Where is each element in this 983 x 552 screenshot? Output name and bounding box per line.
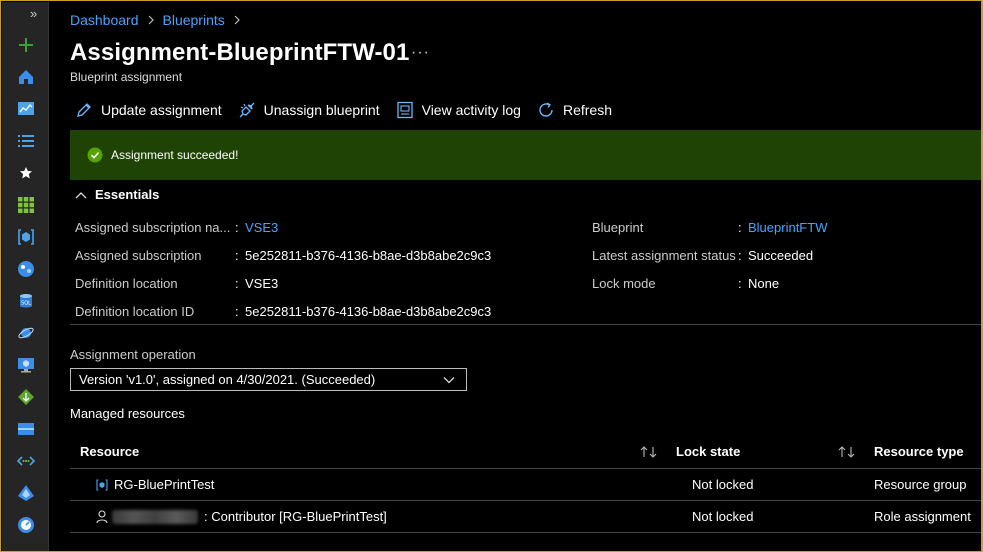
definition-location-id-value: 5e252811-b376-4136-b8ae-d3b8abe2c9c3 — [245, 304, 492, 319]
unassign-blueprint-label: Unassign blueprint — [263, 102, 380, 118]
update-assignment-button[interactable]: Update assignment — [75, 101, 222, 119]
check-circle-icon — [87, 147, 103, 163]
app-services-icon[interactable] — [17, 260, 35, 278]
essentials-label: Assigned subscription na... — [75, 220, 231, 235]
page-title: Assignment-BlueprintFTW-01 — [70, 39, 410, 66]
success-banner: Assignment succeeded! — [70, 130, 981, 180]
chevron-right-icon — [234, 15, 240, 25]
favorites-star-icon[interactable] — [17, 164, 35, 182]
view-activity-log-button[interactable]: View activity log — [396, 101, 521, 119]
assigned-subscription-value: 5e252811-b376-4136-b8ae-d3b8abe2c9c3 — [245, 248, 492, 263]
chevron-up-icon — [75, 191, 87, 198]
all-services-icon[interactable] — [17, 132, 35, 150]
expand-menu-button[interactable]: » — [30, 6, 37, 21]
resource-name-link[interactable]: : Contributor [RG-BluePrintTest] — [204, 509, 387, 524]
sort-icon[interactable] — [838, 445, 856, 459]
column-header-resource-type[interactable]: Resource type — [874, 435, 964, 468]
breadcrumb-dashboard-link[interactable]: Dashboard — [70, 12, 139, 28]
azure-ad-icon[interactable] — [17, 484, 35, 502]
assigned-subscription-name-link[interactable]: VSE3 — [245, 220, 278, 235]
essentials-label: Definition location ID — [75, 304, 195, 319]
essentials-label: Latest assignment status — [592, 248, 736, 263]
main-content: Dashboard Blueprints Assignment-Blueprin… — [51, 2, 981, 551]
cosmos-db-icon[interactable] — [17, 324, 35, 342]
table-header: Resource Lock state Resource type — [70, 435, 981, 469]
user-icon — [96, 509, 108, 523]
sql-databases-icon[interactable]: SQL — [17, 292, 35, 310]
svg-text:SQL: SQL — [21, 301, 31, 307]
resource-type-cell: Resource group — [874, 477, 967, 492]
resource-cell: : Contributor [RG-BluePrintTest] — [96, 501, 387, 532]
update-assignment-label: Update assignment — [101, 102, 222, 118]
blueprint-link[interactable]: BlueprintFTW — [748, 220, 827, 235]
latest-assignment-status-value: Succeeded — [748, 248, 814, 263]
essentials-label: Blueprint — [592, 220, 644, 235]
definition-location-value: VSE3 — [245, 276, 279, 291]
unassign-blueprint-button[interactable]: Unassign blueprint — [238, 101, 380, 119]
sort-icon[interactable] — [640, 445, 658, 459]
resource-cell: RG-BluePrintTest — [96, 469, 214, 500]
monitor-icon[interactable] — [17, 516, 35, 534]
resource-name-link[interactable]: RG-BluePrintTest — [114, 477, 214, 492]
column-header-lock-state[interactable]: Lock state — [676, 435, 740, 468]
pencil-icon — [77, 103, 91, 117]
resource-group-icon — [96, 478, 108, 491]
managed-resources-title: Managed resources — [70, 406, 185, 421]
breadcrumb: Dashboard Blueprints — [70, 12, 241, 28]
managed-resources-table: Resource Lock state Resource type RG-Blu… — [70, 435, 981, 533]
virtual-networks-icon[interactable] — [17, 452, 35, 470]
essentials-colon: : — [235, 248, 239, 263]
essentials-label: Assigned subscription — [75, 248, 202, 263]
essentials-colon: : — [235, 276, 239, 291]
home-icon[interactable] — [17, 68, 35, 86]
chevron-down-icon — [443, 377, 455, 384]
refresh-icon — [539, 102, 553, 117]
essentials-divider — [70, 324, 981, 325]
dashboard-icon[interactable] — [17, 100, 35, 118]
resource-groups-icon[interactable] — [17, 228, 35, 246]
virtual-machines-icon[interactable] — [17, 356, 35, 374]
assignment-operation-dropdown[interactable]: Version 'v1.0', assigned on 4/30/2021. (… — [70, 368, 467, 391]
breadcrumb-blueprints-link[interactable]: Blueprints — [163, 12, 225, 28]
essentials-label: Definition location — [75, 276, 178, 291]
chevron-right-icon — [148, 15, 154, 25]
storage-accounts-icon[interactable] — [17, 420, 35, 438]
page-subtitle: Blueprint assignment — [70, 70, 183, 84]
assignment-operation-label: Assignment operation — [70, 347, 196, 362]
refresh-button[interactable]: Refresh — [537, 101, 612, 119]
plus-icon[interactable] — [17, 36, 35, 54]
redacted-principal-name — [112, 509, 198, 524]
activity-log-icon — [396, 101, 413, 119]
essentials-label: Lock mode — [592, 276, 656, 291]
essentials-colon: : — [235, 304, 239, 319]
essentials-toggle[interactable]: Essentials — [75, 187, 159, 202]
essentials-colon: : — [738, 220, 742, 235]
column-header-resource[interactable]: Resource — [80, 435, 139, 468]
assignment-operation-selected: Version 'v1.0', assigned on 4/30/2021. (… — [79, 372, 376, 387]
unlink-icon — [239, 102, 255, 118]
all-resources-icon[interactable] — [17, 196, 35, 214]
essentials-header: Essentials — [95, 187, 160, 202]
table-row[interactable]: RG-BluePrintTest Not locked Resource gro… — [70, 469, 981, 501]
essentials-colon: : — [738, 248, 742, 263]
view-activity-log-label: View activity log — [421, 102, 521, 118]
more-options-button[interactable]: ··· — [411, 44, 430, 62]
lock-mode-value: None — [748, 276, 780, 291]
window-frame: » SQL Dashboard Blueprints Assignment-Bl… — [0, 0, 983, 552]
command-bar: Update assignment Unassign blueprint Vie… — [75, 101, 628, 119]
resource-type-cell: Role assignment — [874, 509, 971, 524]
refresh-label: Refresh — [562, 102, 612, 118]
portal-sidebar: » SQL — [2, 2, 49, 551]
banner-message: Assignment succeeded! — [111, 148, 239, 162]
essentials-colon: : — [235, 220, 239, 235]
essentials-colon: : — [738, 276, 742, 291]
lock-state-cell: Not locked — [692, 477, 754, 492]
lock-state-cell: Not locked — [692, 509, 754, 524]
table-row[interactable]: : Contributor [RG-BluePrintTest] Not loc… — [70, 501, 981, 533]
load-balancers-icon[interactable] — [17, 388, 35, 406]
